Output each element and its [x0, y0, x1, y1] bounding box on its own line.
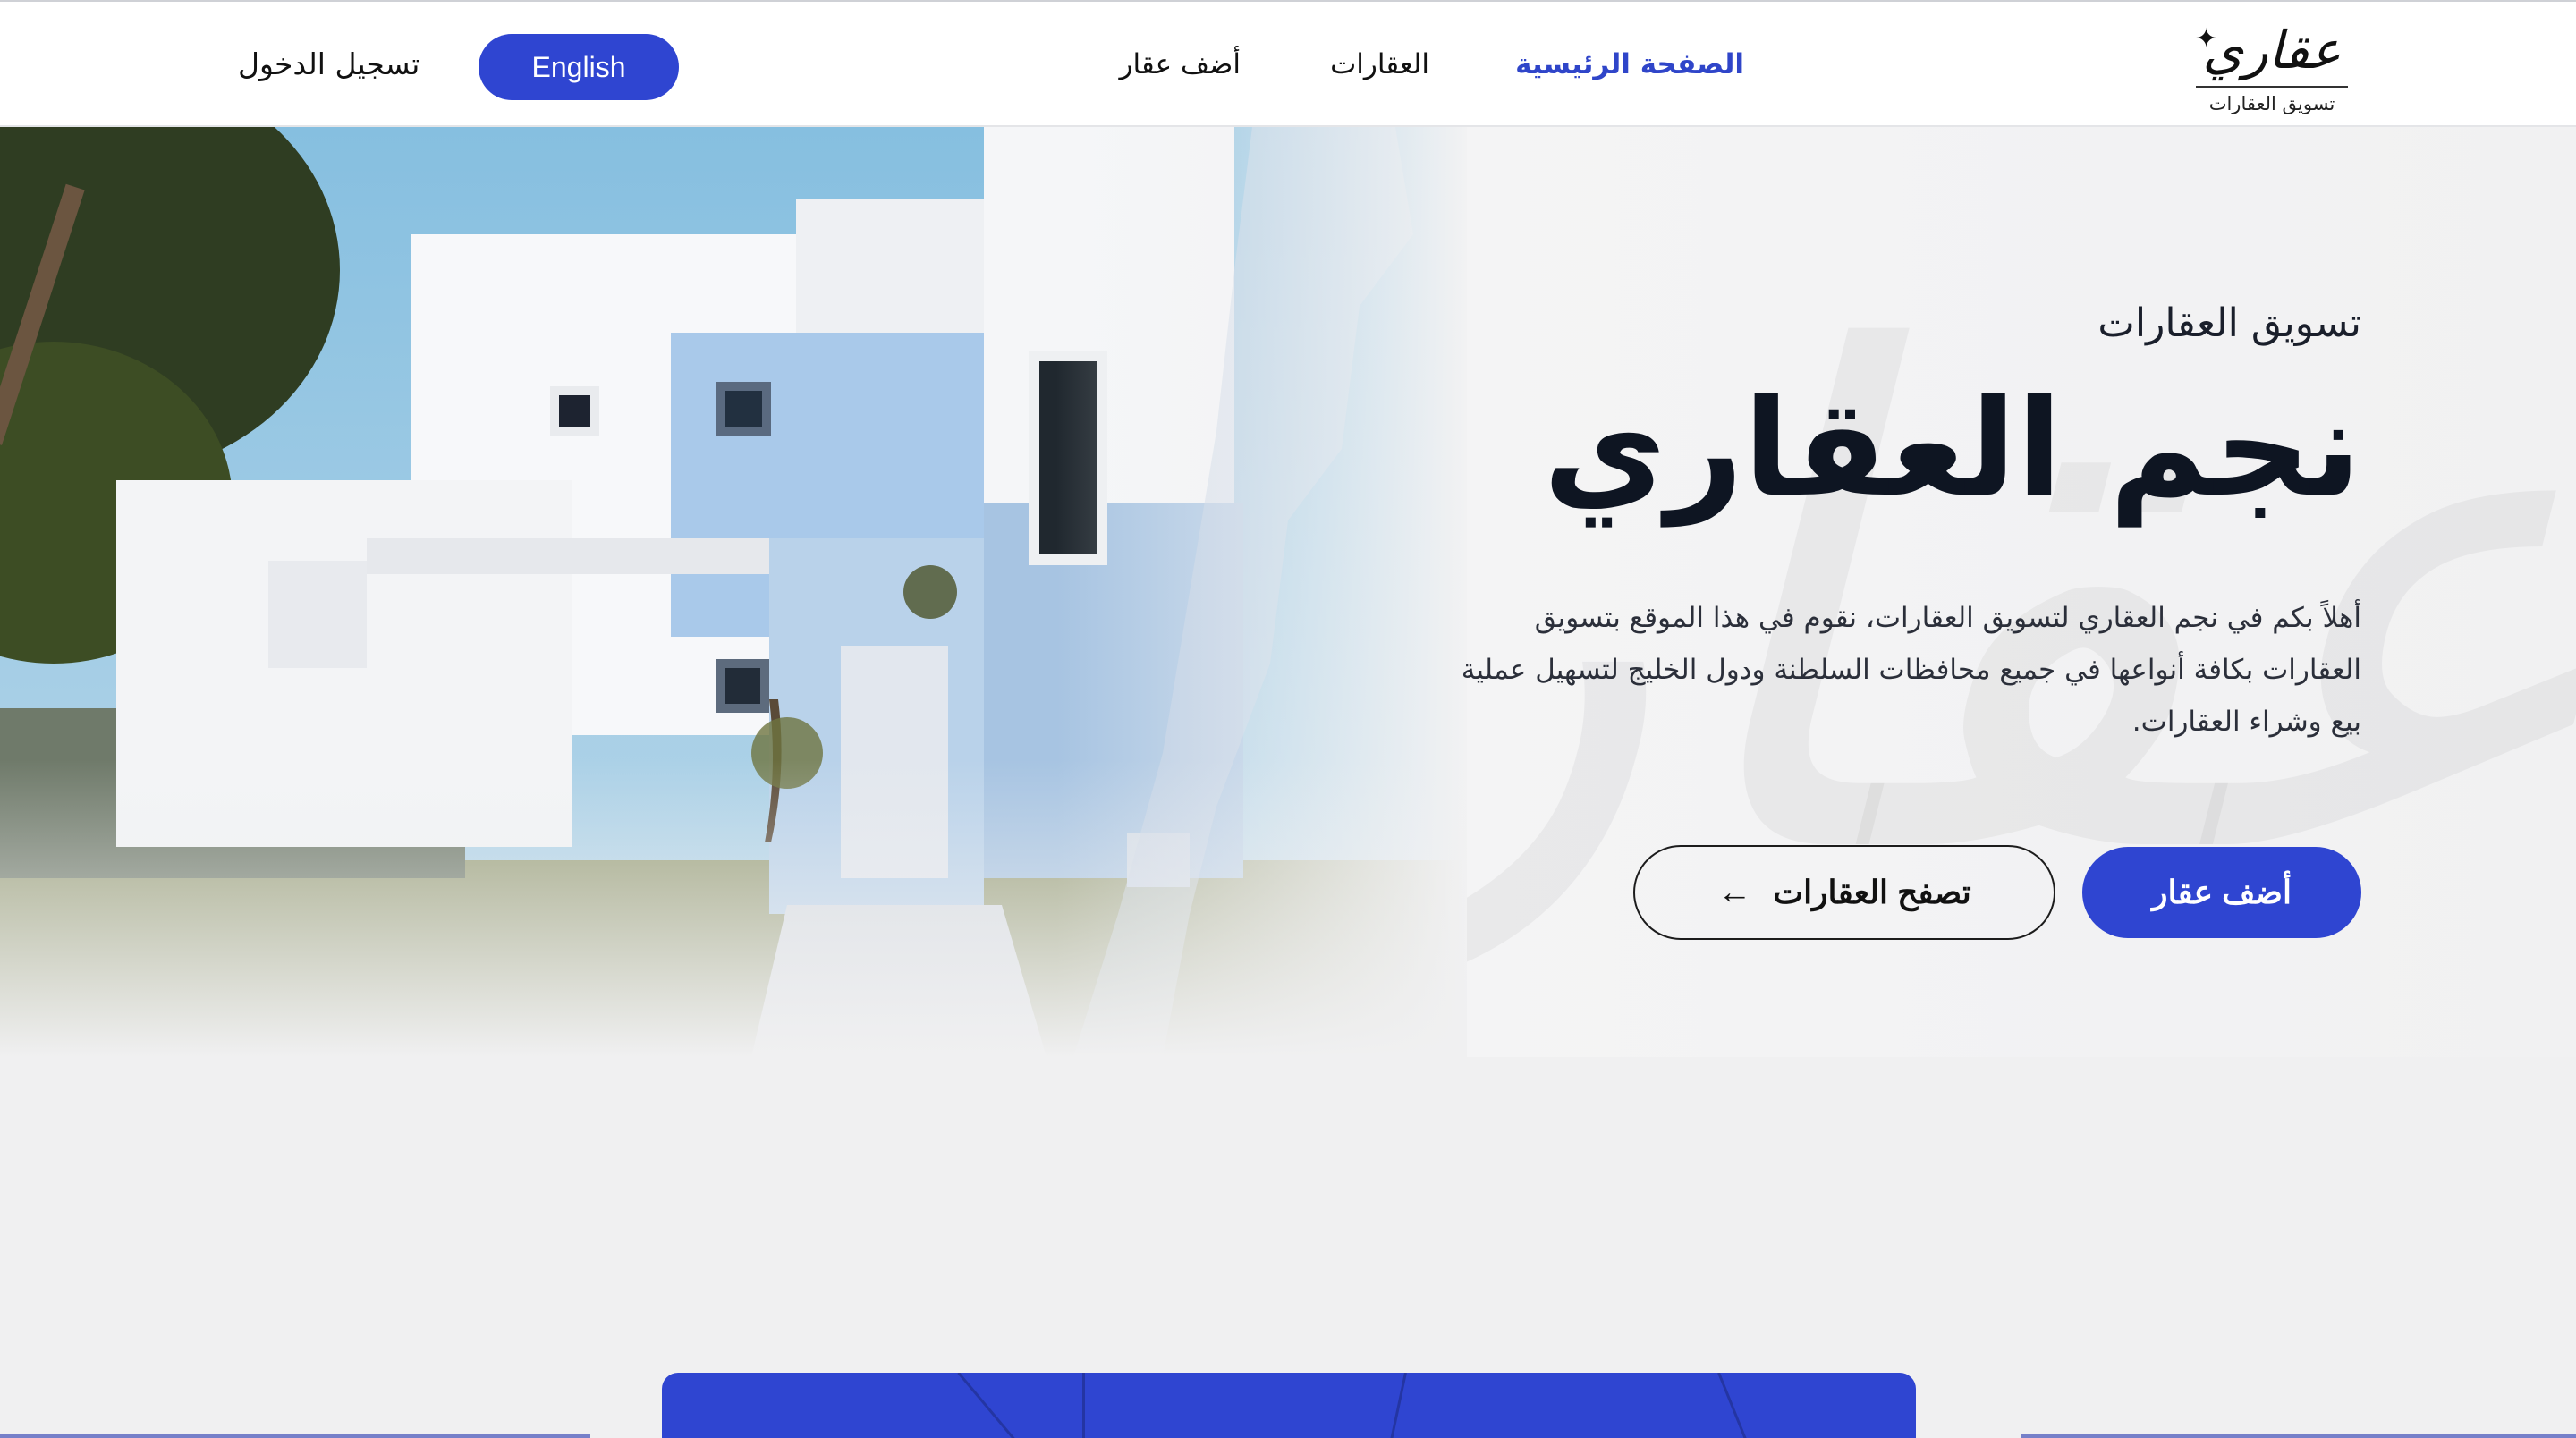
hero-description: أهلاً بكم في نجم العقاري لتسويق العقارات… [1461, 602, 2361, 738]
hero-kicker: تسويق العقارات [2097, 300, 2361, 346]
decorative-line [1717, 1373, 1760, 1438]
decorative-line [957, 1373, 1029, 1438]
hero-section: عقاري [0, 127, 2576, 1057]
language-toggle-button[interactable]: English [479, 34, 679, 100]
section-divider-left [0, 1434, 590, 1438]
browse-properties-label: تصفح العقارات [1773, 874, 1971, 910]
page: ✦ عقاري تسويق العقارات الصفحة الرئيسية ا… [0, 0, 2576, 1438]
arrow-left-icon: ← [1717, 874, 1752, 911]
hero-title: نجم العقاري [1543, 371, 2361, 527]
add-property-button[interactable]: أضف عقار [2082, 847, 2361, 938]
site-logo[interactable]: ✦ عقاري تسويق العقارات [2191, 18, 2352, 118]
login-link[interactable]: تسجيل الدخول [238, 41, 419, 88]
logo-divider [2196, 86, 2348, 88]
nav-home-link[interactable]: الصفحة الرئيسية [1515, 41, 1744, 88]
section-divider-right [2021, 1434, 2576, 1438]
search-panel-top [662, 1373, 1916, 1438]
logo-subtitle: تسويق العقارات [2208, 93, 2335, 114]
nav-add-property-link[interactable]: أضف عقار [1120, 41, 1241, 88]
browse-properties-button[interactable]: تصفح العقارات ← [1633, 845, 2055, 940]
hero-house-image [0, 127, 1467, 1057]
decorative-line [1382, 1373, 1407, 1438]
sparkle-icon: ✦ [2195, 23, 2218, 55]
nav-properties-link[interactable]: العقارات [1330, 41, 1429, 88]
site-header: ✦ عقاري تسويق العقارات الصفحة الرئيسية ا… [0, 0, 2576, 127]
logo-wordmark: عقاري [2202, 20, 2342, 80]
decorative-line [1082, 1373, 1085, 1438]
